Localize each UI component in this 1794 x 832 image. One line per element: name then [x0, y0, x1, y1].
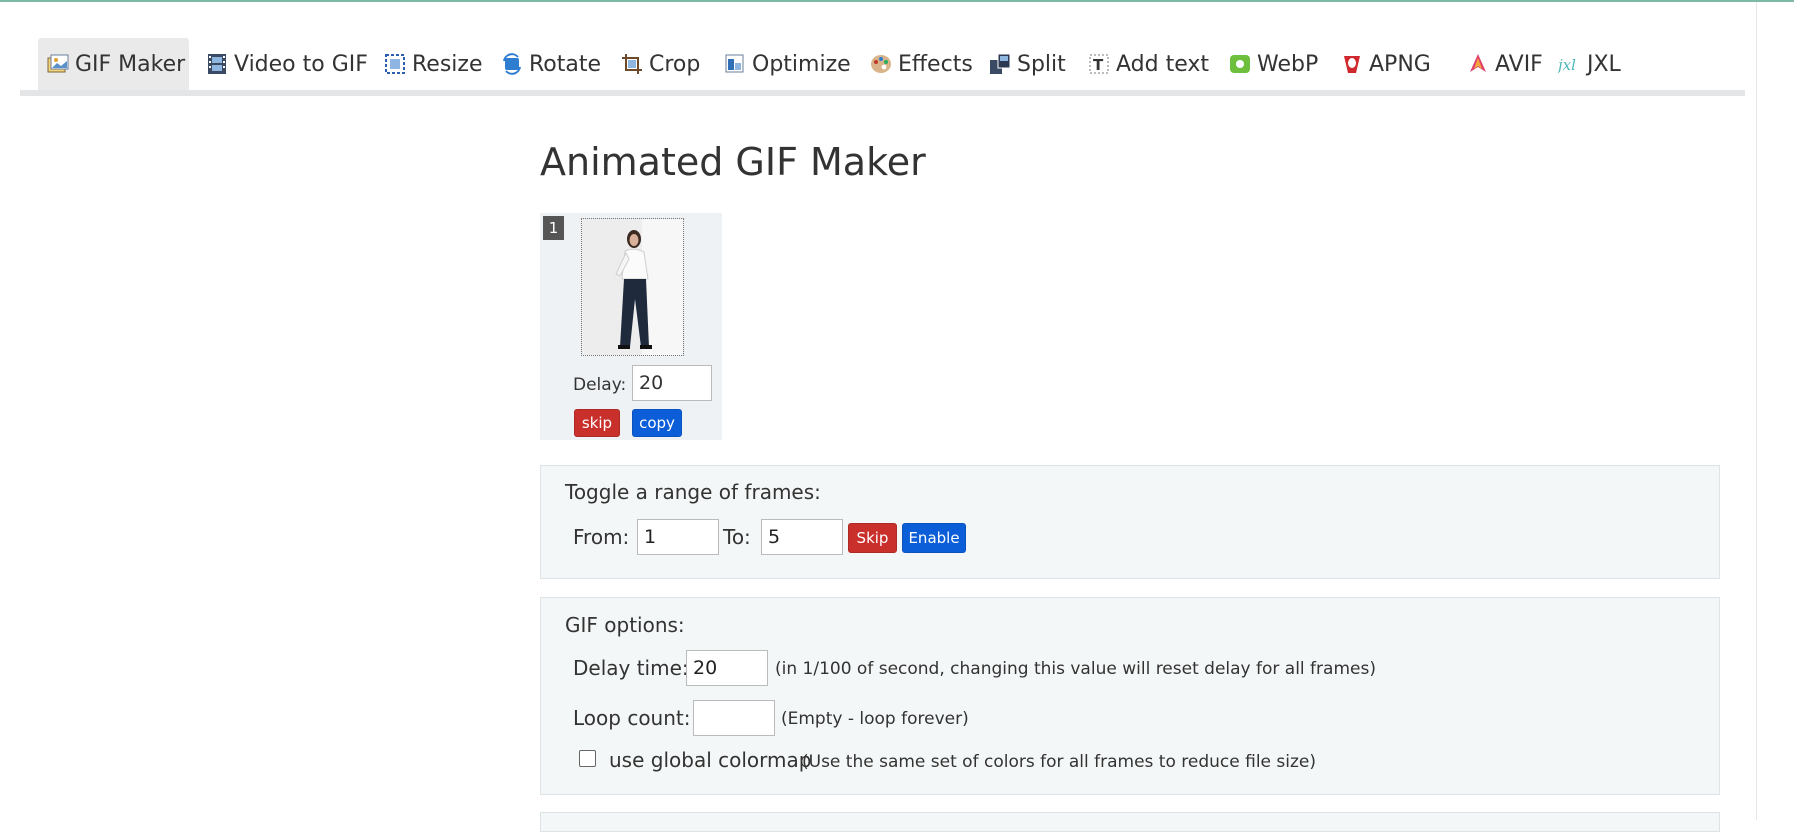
tab-label: Resize	[412, 51, 483, 77]
gif-options-panel: GIF options: Delay time: 20 (in 1/100 of…	[540, 597, 1720, 795]
to-label: To:	[723, 525, 751, 549]
loop-count-label: Loop count:	[573, 706, 691, 730]
tab-avif[interactable]: AVIF	[1466, 38, 1543, 90]
tab-label: Effects	[898, 51, 973, 77]
loop-count-input[interactable]	[693, 700, 775, 736]
global-colormap-checkbox[interactable]	[579, 750, 596, 767]
resize-icon	[383, 52, 407, 76]
tab-resize[interactable]: Resize	[383, 38, 483, 90]
tab-label: Crop	[649, 51, 701, 77]
tab-jxl[interactable]: jxl JXL	[1555, 38, 1621, 90]
tab-apng[interactable]: APNG	[1340, 38, 1431, 90]
tab-rotate[interactable]: Rotate	[500, 38, 601, 90]
global-colormap-hint: (Use the same set of colors for all fram…	[802, 752, 1317, 772]
from-input[interactable]: 1	[637, 519, 719, 555]
tab-label: JXL	[1587, 51, 1621, 77]
global-colormap-label[interactable]: use global colormap	[609, 748, 811, 772]
tab-label: Video to GIF	[234, 51, 368, 77]
gif-options-title: GIF options:	[565, 613, 685, 637]
next-panel	[540, 812, 1720, 832]
svg-text:T: T	[1093, 56, 1104, 74]
tab-effects[interactable]: Effects	[869, 38, 973, 90]
tab-crop[interactable]: Crop	[620, 38, 700, 90]
frame-skip-button[interactable]: skip	[574, 409, 620, 437]
tab-add-text[interactable]: T Add text	[1087, 38, 1209, 90]
toggle-range-title: Toggle a range of frames:	[565, 480, 821, 504]
split-icon	[988, 52, 1012, 76]
optimize-icon	[723, 52, 747, 76]
frame-delay-label: Delay:	[573, 375, 627, 395]
to-input[interactable]: 5	[761, 519, 843, 555]
palette-icon	[869, 52, 893, 76]
range-enable-button[interactable]: Enable	[902, 523, 966, 553]
delay-time-input[interactable]: 20	[686, 650, 768, 686]
tab-label: Rotate	[529, 51, 602, 77]
apng-icon	[1340, 52, 1364, 76]
add-text-icon: T	[1087, 52, 1111, 76]
tab-label: Split	[1017, 51, 1066, 77]
page-right-border	[1756, 2, 1757, 820]
tab-label: WebP	[1257, 51, 1319, 77]
range-skip-button[interactable]: Skip	[848, 523, 897, 553]
page-title: Animated GIF Maker	[540, 140, 926, 184]
tab-gif-maker[interactable]: GIF Maker	[38, 38, 189, 90]
frame-copy-button[interactable]: copy	[632, 409, 682, 437]
tab-label: AVIF	[1495, 51, 1543, 77]
frame-number: 1	[543, 216, 564, 240]
top-accent-line	[0, 0, 1794, 2]
tab-webp[interactable]: WebP	[1228, 38, 1318, 90]
tool-tabs: GIF Maker Video to GIF Resize Rotate Cro…	[20, 38, 1745, 96]
delay-time-hint: (in 1/100 of second, changing this value…	[775, 659, 1376, 679]
frame-delay-input[interactable]: 20	[632, 365, 712, 401]
tab-label: Optimize	[752, 51, 851, 77]
gif-maker-icon	[46, 52, 70, 76]
crop-icon	[620, 52, 644, 76]
tab-video-to-gif[interactable]: Video to GIF	[205, 38, 368, 90]
avif-icon	[1466, 52, 1490, 76]
tab-label: GIF Maker	[75, 51, 186, 77]
toggle-range-panel: Toggle a range of frames: From: 1 To: 5 …	[540, 465, 1720, 579]
rotate-icon	[500, 52, 524, 76]
tab-split[interactable]: Split	[988, 38, 1066, 90]
frame-card: 1 Delay: 20 skip copy	[540, 213, 722, 440]
tab-label: APNG	[1369, 51, 1431, 77]
svg-text:jxl: jxl	[1558, 56, 1576, 74]
frame-thumbnail[interactable]	[581, 218, 684, 356]
from-label: From:	[573, 525, 630, 549]
film-icon	[205, 52, 229, 76]
webp-icon	[1228, 52, 1252, 76]
delay-time-label: Delay time:	[573, 656, 689, 680]
tab-label: Add text	[1116, 51, 1210, 77]
jxl-icon: jxl	[1555, 52, 1582, 76]
loop-count-hint: (Empty - loop forever)	[781, 709, 969, 729]
tab-optimize[interactable]: Optimize	[723, 38, 851, 90]
